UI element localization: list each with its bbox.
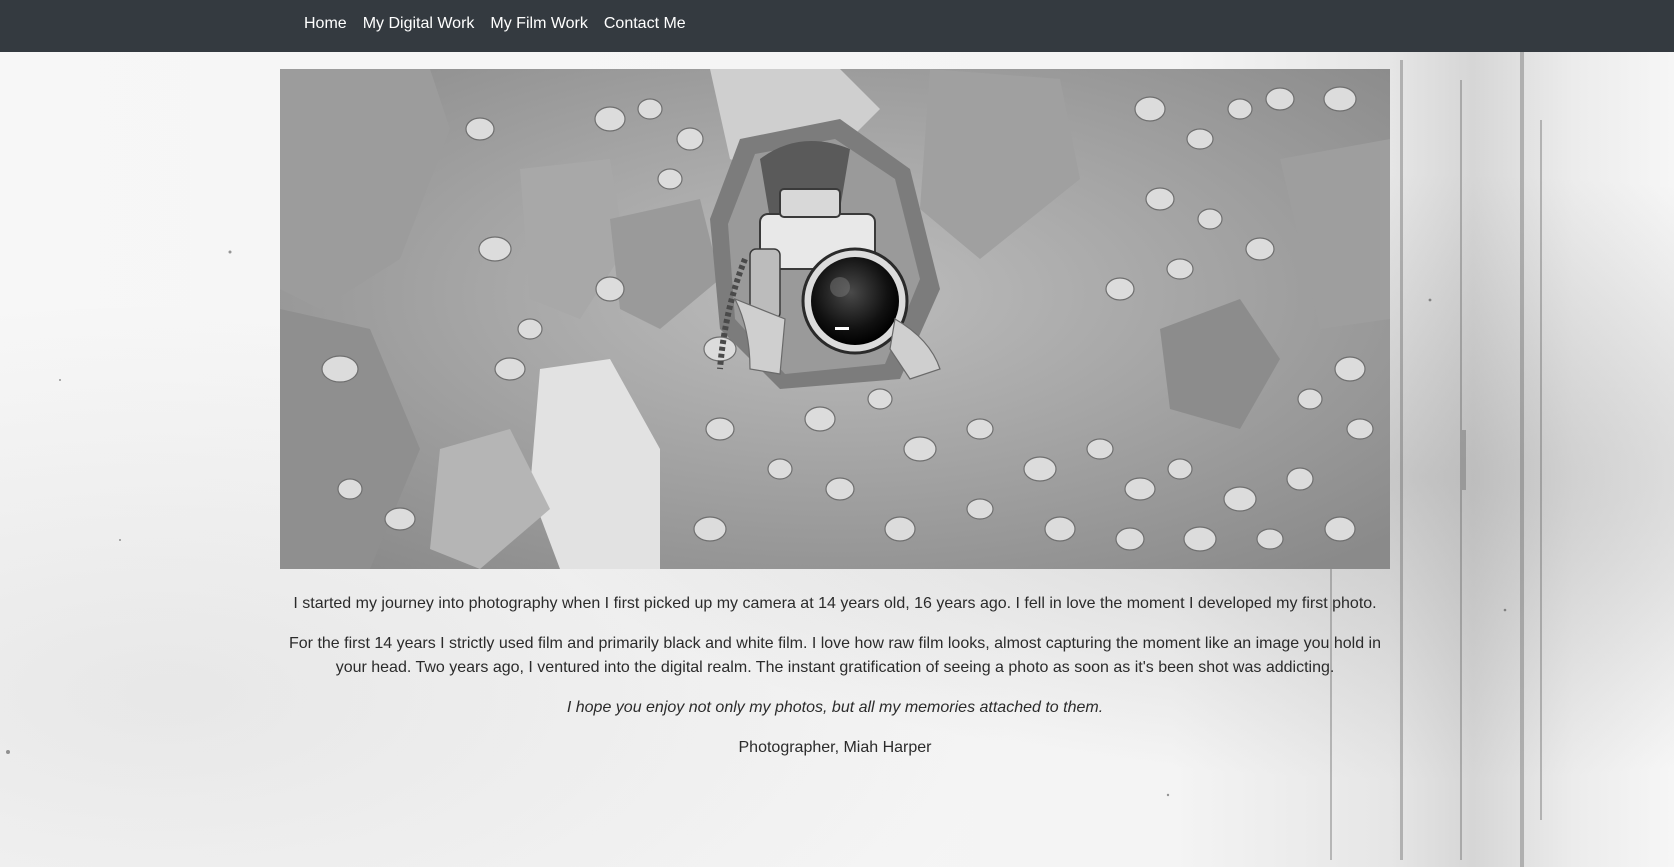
- about-paragraph-1: I started my journey into photography wh…: [293, 595, 1377, 612]
- photographer-with-camera-photo: [280, 69, 1390, 569]
- nav-contact-link[interactable]: Contact Me: [596, 0, 694, 48]
- nav-film-work-link[interactable]: My Film Work: [482, 0, 595, 48]
- nav-digital-work-link[interactable]: My Digital Work: [355, 0, 483, 48]
- about-paragraph-2: For the first 14 years I strictly used f…: [289, 635, 1381, 676]
- nav-home-link[interactable]: Home: [296, 0, 355, 48]
- signature: Photographer, Miah Harper: [738, 739, 932, 756]
- top-navbar: Home My Digital Work My Film Work Contac…: [0, 0, 1674, 52]
- about-section: I started my journey into photography wh…: [280, 592, 1390, 776]
- about-quote: I hope you enjoy not only my photos, but…: [566, 699, 1104, 716]
- nav-links: Home My Digital Work My Film Work Contac…: [296, 0, 694, 48]
- hero-photo: [280, 69, 1390, 569]
